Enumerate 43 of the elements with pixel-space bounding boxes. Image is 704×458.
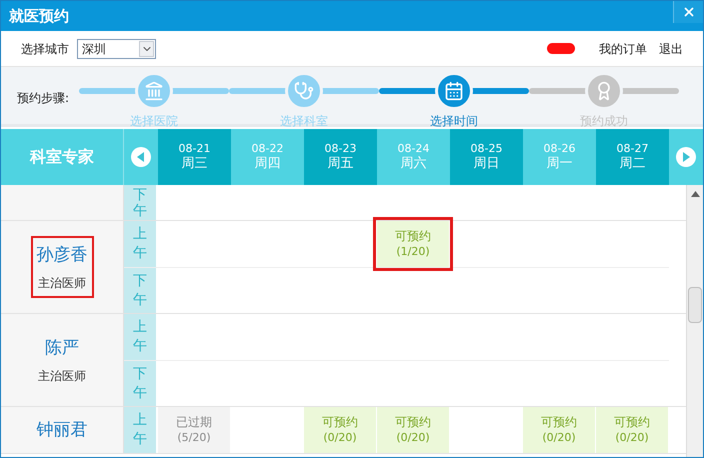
- appointment-slot[interactable]: 可预约 (0/20): [523, 407, 595, 453]
- step-label: 选择科室: [280, 113, 328, 130]
- city-select[interactable]: 深圳: [77, 38, 156, 58]
- scrollbar-thumb[interactable]: [688, 287, 702, 323]
- next-week-button[interactable]: [676, 147, 696, 167]
- appointment-slot[interactable]: 可预约 (0/20): [377, 407, 449, 453]
- appointment-slot: 已过期 (5/20): [158, 407, 230, 453]
- right-triangle-icon: [682, 152, 690, 162]
- header-link[interactable]: 退出: [659, 40, 683, 58]
- scrollbar[interactable]: [686, 185, 703, 457]
- bank-building-icon: [144, 81, 164, 101]
- doctor-title: 主治医师: [38, 275, 86, 292]
- date-header: 08-21 周三: [158, 129, 231, 185]
- stethoscope-icon: [294, 81, 314, 101]
- doctor-name[interactable]: 钟丽君: [36, 417, 88, 443]
- close-button[interactable]: [673, 1, 703, 23]
- up-arrow-icon: [690, 191, 700, 197]
- city-label: 选择城市: [21, 40, 69, 58]
- step-label: 选择时间: [430, 113, 478, 130]
- previous-week-button[interactable]: [131, 147, 151, 167]
- period-label: 上午: [124, 221, 158, 267]
- steps-label: 预约步骤:: [17, 90, 70, 107]
- period-label: 下午: [124, 185, 158, 220]
- window-title: 就医预约: [8, 6, 69, 27]
- date-header: 08-27 周二: [596, 129, 669, 185]
- appointment-slot[interactable]: 可预约 (1/20): [377, 221, 449, 267]
- doctor-title: 主治医师: [38, 368, 86, 385]
- date-header: 08-23 周五: [304, 129, 377, 185]
- step-label: 选择医院: [130, 113, 178, 130]
- redaction-mark: [547, 43, 575, 54]
- header-link[interactable]: 我的订单: [599, 40, 647, 58]
- period-label: 上午: [124, 314, 158, 360]
- appointment-slot[interactable]: 可预约 (0/20): [304, 407, 376, 453]
- close-icon: [682, 5, 696, 19]
- doctor-name[interactable]: 陈严: [45, 335, 79, 361]
- appointment-slot[interactable]: 可预约 (0/20): [596, 407, 668, 453]
- left-triangle-icon: [137, 152, 145, 162]
- period-label: 下午: [124, 361, 158, 406]
- calendar-icon: [444, 81, 464, 101]
- period-label: 下午: [124, 268, 158, 313]
- period-label: 上午: [124, 407, 158, 453]
- doctor-name[interactable]: 孙彦香: [36, 242, 88, 268]
- date-header: 08-25 周日: [450, 129, 523, 185]
